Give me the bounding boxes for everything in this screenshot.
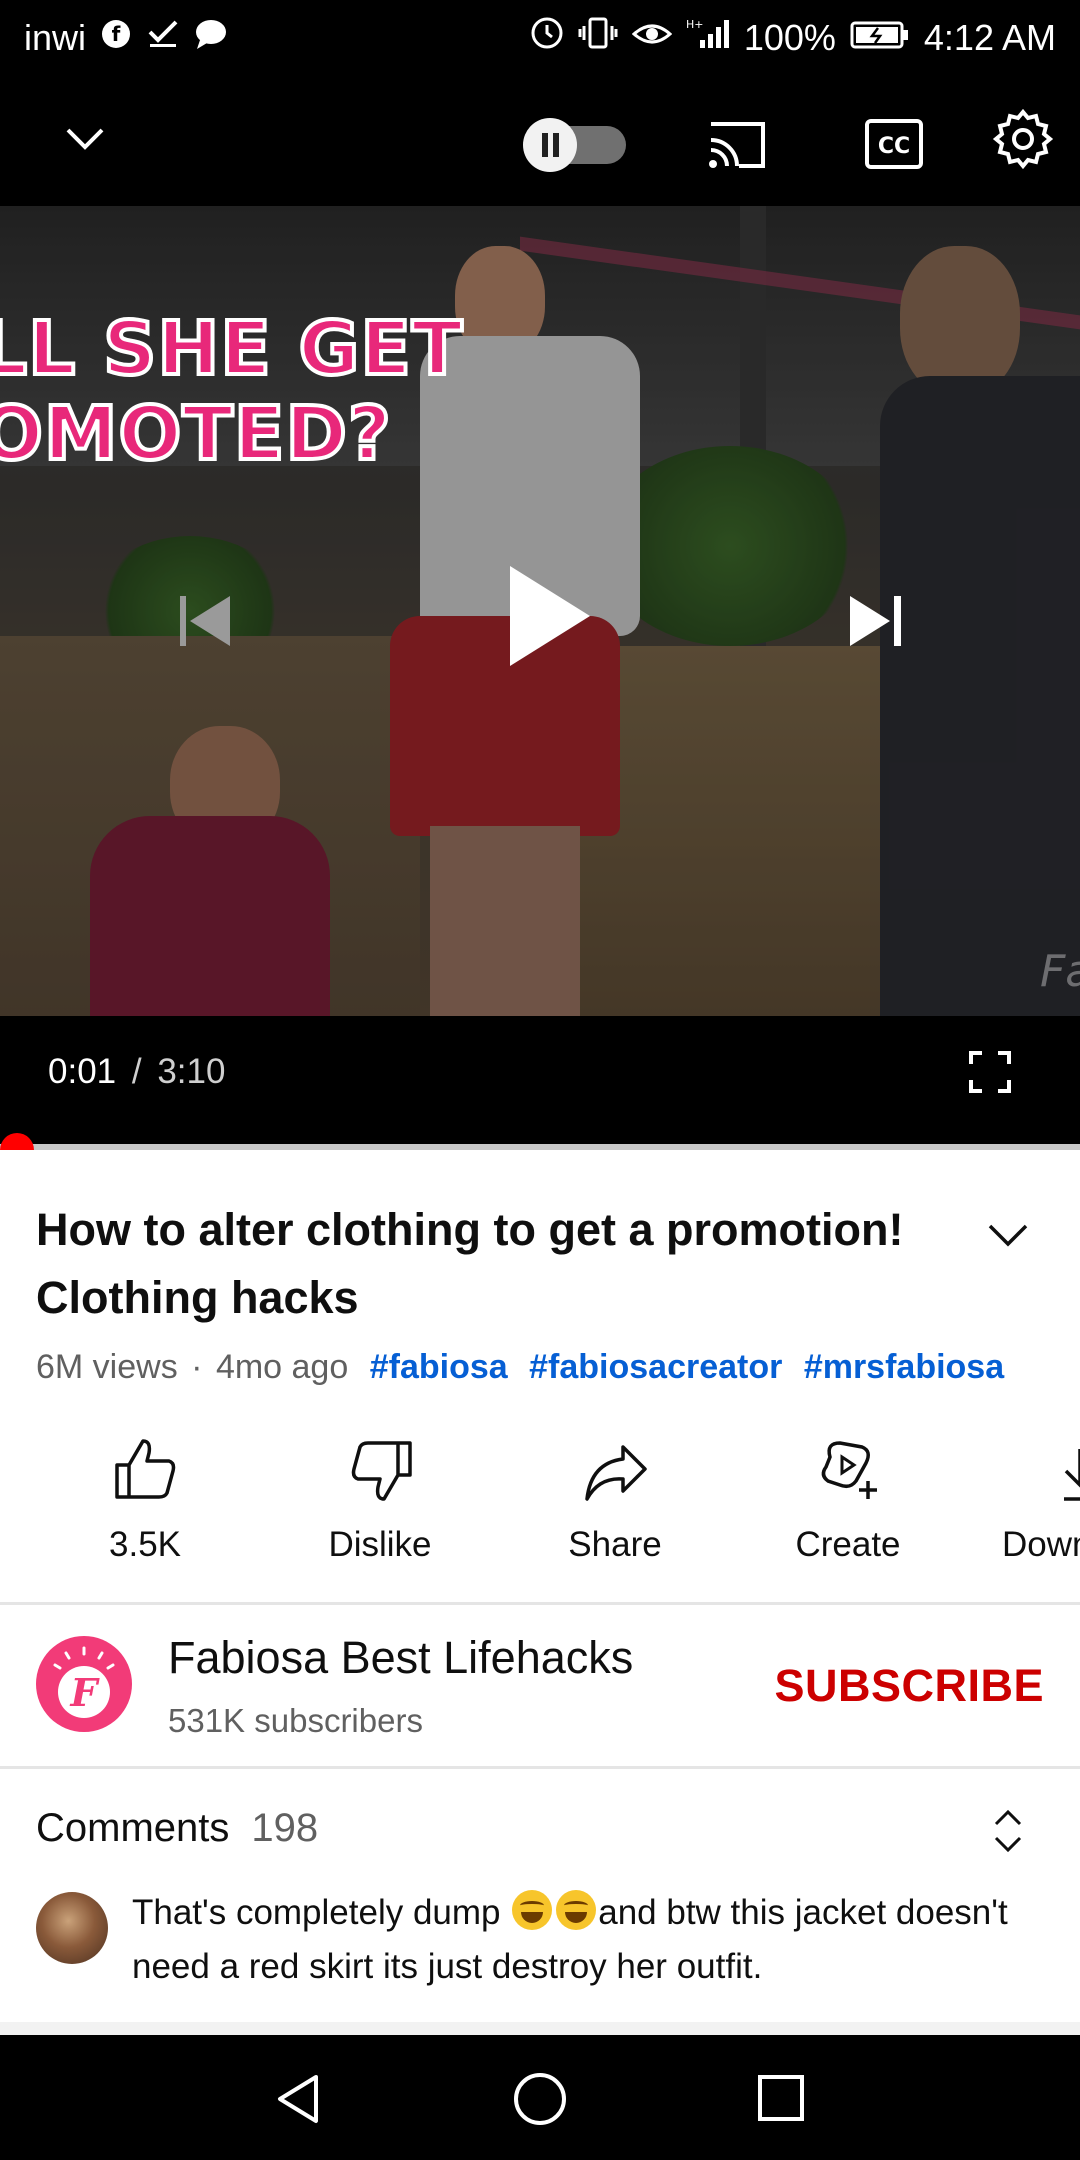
- video-meta: 6M views · 4mo ago #fabiosa #fabiosacrea…: [36, 1348, 1004, 1387]
- divider: [0, 1602, 1080, 1605]
- recents-button[interactable]: [754, 2071, 810, 2127]
- svg-text:f: f: [112, 22, 121, 46]
- carrier-label: inwi: [24, 16, 87, 58]
- app-notification-icon: f: [100, 17, 132, 59]
- alarm-lock-icon: [530, 16, 564, 59]
- vibrate-icon: [578, 16, 618, 59]
- video-title[interactable]: How to alter clothing to get a promotion…: [36, 1196, 936, 1332]
- home-button[interactable]: [510, 2069, 570, 2129]
- create-label: Create: [795, 1525, 901, 1564]
- comments-header: Comments 198: [36, 1806, 318, 1851]
- check-download-icon: [146, 16, 180, 59]
- thumb-down-icon: [348, 1439, 414, 1510]
- hashtag-link[interactable]: #fabiosa: [370, 1348, 508, 1386]
- svg-text:H+: H+: [686, 18, 704, 31]
- signal-icon: H+: [686, 16, 730, 59]
- download-button[interactable]: Down: [998, 1425, 1080, 1575]
- back-triangle-icon: [270, 2075, 330, 2131]
- dislike-label: Dislike: [328, 1525, 432, 1564]
- battery-icon: [850, 17, 910, 59]
- subscribe-button[interactable]: SUBSCRIBE: [774, 1660, 1044, 1712]
- comments-title: Comments: [36, 1806, 230, 1850]
- divider: [0, 2022, 1080, 2035]
- play-icon: [500, 566, 600, 680]
- download-icon: [1060, 1445, 1080, 1510]
- hashtag-link[interactable]: #fabiosacreator: [529, 1348, 782, 1386]
- recents-square-icon: [754, 2075, 810, 2131]
- home-circle-icon: [510, 2073, 570, 2133]
- action-row: 3.5K Dislike Share Create Down: [0, 1425, 1080, 1575]
- thumbnail-title-line2: OMOTED?: [0, 389, 393, 479]
- minimize-button[interactable]: [50, 104, 120, 174]
- thumbnail-watermark: Fa: [1040, 946, 1080, 997]
- commenter-avatar: [36, 1892, 108, 1964]
- battery-percent: 100%: [743, 16, 836, 58]
- fabiosa-logo-icon: F: [36, 1636, 132, 1737]
- video-player[interactable]: LL SHE GET OMOTED? Fa: [0, 206, 1080, 1016]
- subscriber-count: 531K subscribers: [168, 1702, 423, 1739]
- next-button[interactable]: [840, 586, 910, 656]
- autoplay-toggle[interactable]: [518, 116, 630, 174]
- fullscreen-button[interactable]: [968, 1050, 1012, 1094]
- message-icon: [194, 17, 228, 59]
- hashtag-link[interactable]: #mrsfabiosa: [804, 1348, 1004, 1386]
- player-top-bar: CC: [0, 74, 1080, 206]
- cast-button[interactable]: [705, 114, 771, 174]
- unfold-icon: [990, 1809, 1026, 1860]
- meta-dot: ·: [191, 1348, 203, 1386]
- download-label: Down: [1002, 1525, 1080, 1564]
- thumbnail-title-line1: LL SHE GET: [0, 304, 464, 394]
- back-button[interactable]: [270, 2071, 330, 2127]
- fullscreen-icon: [968, 1051, 1012, 1098]
- time-display: 0:01 / 3:10: [48, 1052, 225, 1092]
- svg-text:CC: CC: [878, 134, 910, 159]
- duration: 3:10: [157, 1052, 226, 1091]
- time-separator: /: [131, 1052, 142, 1091]
- clock: 4:12 AM: [923, 16, 1056, 58]
- thumb-up-icon: [113, 1435, 179, 1506]
- channel-name[interactable]: Fabiosa Best Lifehacks: [168, 1632, 633, 1684]
- cast-icon: [705, 122, 771, 178]
- share-label: Share: [568, 1525, 662, 1564]
- create-icon: [816, 1437, 882, 1508]
- comments-count: 198: [251, 1806, 319, 1850]
- channel-avatar[interactable]: F: [36, 1636, 132, 1732]
- expand-description-button[interactable]: [980, 1210, 1036, 1260]
- view-count: 6M views: [36, 1348, 178, 1386]
- chevron-down-icon: [50, 128, 120, 178]
- current-time: 0:01: [48, 1052, 117, 1091]
- like-count: 3.5K: [109, 1525, 181, 1564]
- previous-button[interactable]: [170, 586, 240, 656]
- joy-emoji-icon: [556, 1890, 597, 1930]
- skip-next-icon: [840, 596, 910, 660]
- logo-letter: F: [70, 1670, 101, 1715]
- captions-button[interactable]: CC: [864, 116, 924, 172]
- settings-button[interactable]: [992, 108, 1054, 170]
- cc-icon: CC: [864, 119, 924, 176]
- expand-comments-button[interactable]: [990, 1806, 1026, 1856]
- eye-comfort-icon: [631, 16, 673, 59]
- gear-icon: [992, 108, 1054, 174]
- comment-text-start: That's completely dump: [132, 1893, 501, 1932]
- comment-text: That's completely dump and btw this jack…: [132, 1886, 1052, 1994]
- skip-previous-icon: [170, 596, 240, 660]
- status-bar: inwi f H+ 100% 4:12 AM: [0, 0, 1080, 74]
- share-icon: [583, 1443, 649, 1508]
- system-nav-bar: [0, 2035, 1080, 2160]
- play-button[interactable]: [500, 556, 600, 676]
- upload-age: 4mo ago: [215, 1348, 349, 1386]
- joy-emoji-icon: [512, 1890, 553, 1930]
- chevron-down-icon: [980, 1224, 1036, 1264]
- player-controls-bottom: 0:01 / 3:10: [0, 1016, 1080, 1146]
